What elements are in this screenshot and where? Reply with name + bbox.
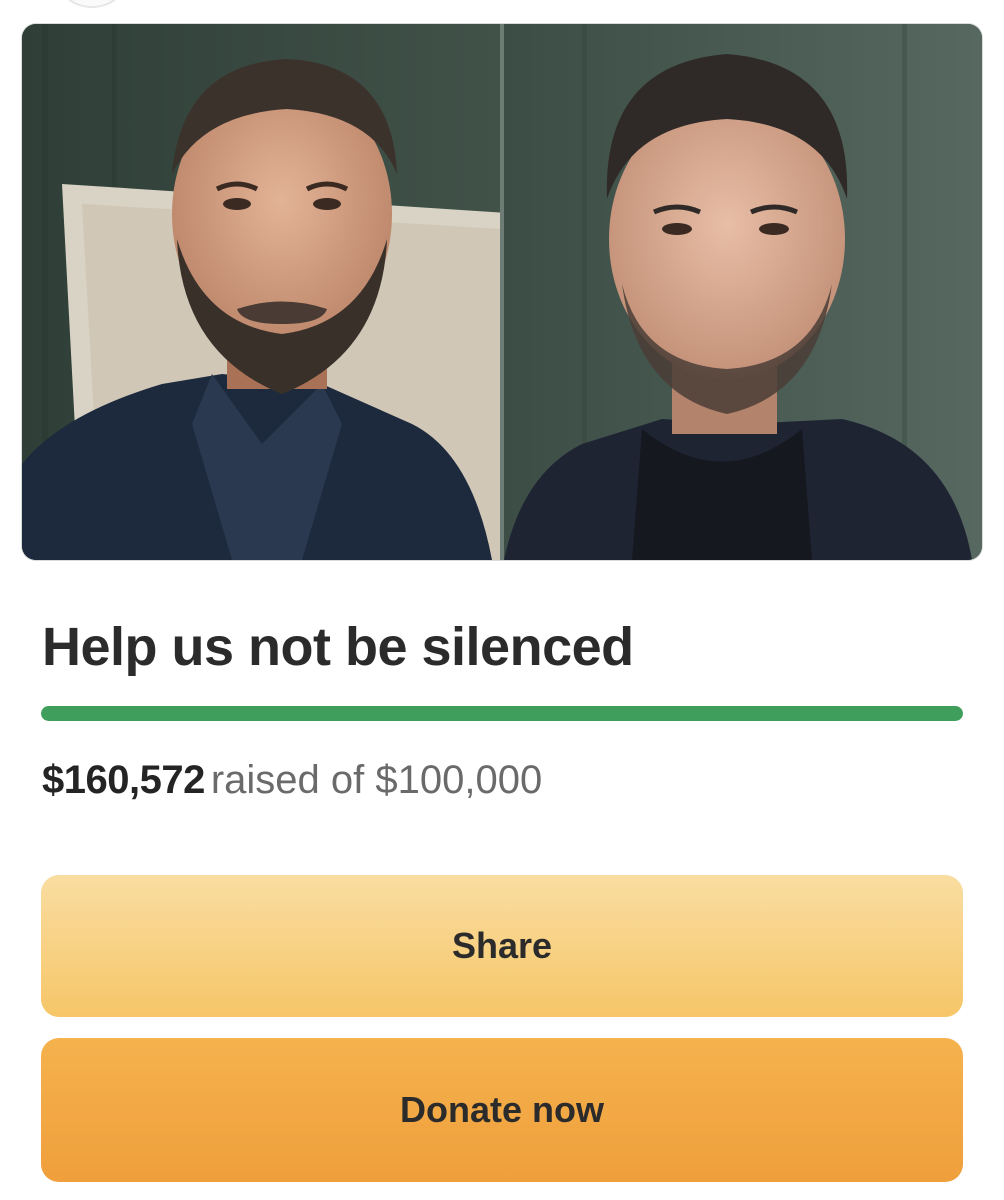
avatar <box>60 0 124 8</box>
progress-bar <box>41 706 963 721</box>
campaign-photo <box>22 24 982 560</box>
raised-goal-text: raised of $100,000 <box>210 758 543 802</box>
raised-summary: $160,572 raised of $100,000 <box>42 756 542 804</box>
share-button[interactable]: Share <box>41 875 963 1017</box>
donate-button[interactable]: Donate now <box>41 1038 963 1182</box>
raised-amount: $160,572 <box>42 758 205 802</box>
campaign-title: Help us not be silenced <box>42 617 634 677</box>
progress-fill <box>41 706 963 721</box>
